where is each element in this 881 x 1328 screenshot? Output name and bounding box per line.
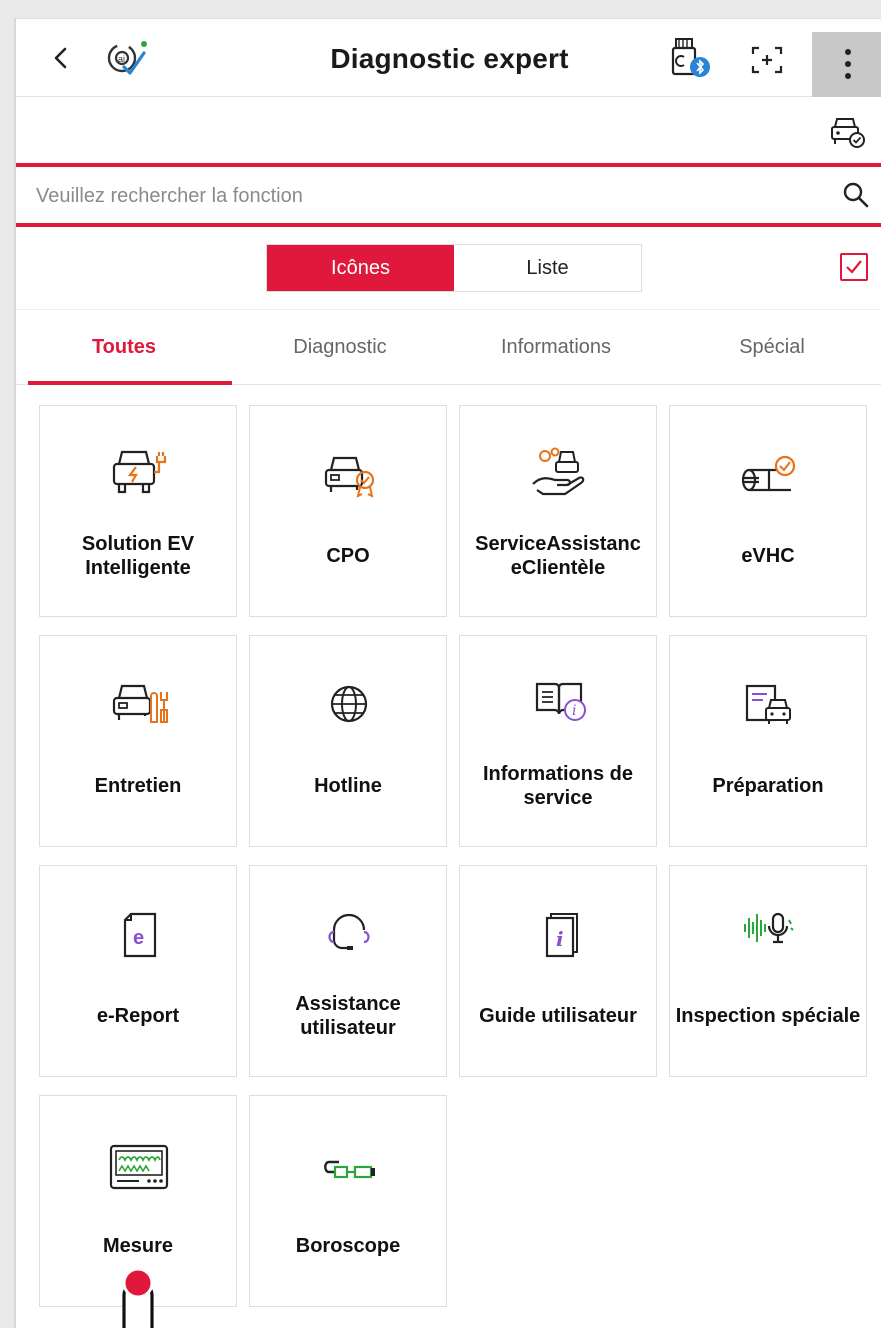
tile-label: Solution EV Intelligente [81,533,195,579]
vehicle-strip [16,97,881,163]
view-mode-list[interactable]: Liste [454,245,641,291]
filter-tabs: Toutes Diagnostic Informations Spécial [16,309,881,385]
page-title-text: Diagnostic expert [330,43,569,74]
tile-label: Boroscope [295,1235,401,1257]
search-input[interactable] [36,181,816,211]
more-options-button[interactable] [812,32,881,97]
sound-wave-microphone-icon [729,900,809,964]
tile-label: Guide utilisateur [479,1005,637,1027]
vehicle-check-icon[interactable] [828,113,866,149]
check-icon [846,260,862,274]
tile-evhc[interactable]: eVHC [669,405,867,617]
scan-icon[interactable] [748,43,786,77]
tab-special[interactable]: Spécial [664,310,880,384]
tile-label: Entretien [94,775,182,797]
tile-label: Informations de service [482,763,633,809]
tile-entretien[interactable]: Entretien [39,635,237,847]
tile-label: eVHC [741,545,795,567]
tile-boroscope[interactable]: Boroscope [249,1095,447,1307]
tile-hotline[interactable]: Hotline [249,635,447,847]
svg-text:ai: ai [118,54,125,64]
vci-bluetooth-icon[interactable] [668,35,714,81]
tile-cpo[interactable]: CPO [249,405,447,617]
top-bar: ai Diagnostic expert [16,19,881,97]
search-bar [16,163,881,227]
search-icon[interactable] [842,181,870,209]
user-guide-book-icon: i [519,900,599,964]
tile-guide-utilisateur[interactable]: i Guide utilisateur [459,865,657,1077]
svg-text:e: e [133,927,144,949]
back-icon[interactable] [46,43,76,73]
tile-assistance-utilisateur[interactable]: Assistance utilisateur [249,865,447,1077]
touch-pointer-indicator [118,1249,158,1328]
globe-icon [309,670,389,734]
vehicle-health-check-icon [729,440,809,504]
svg-text:i: i [572,703,576,719]
tab-diagnostic[interactable]: Diagnostic [232,310,448,384]
borescope-icon [309,1130,389,1194]
car-maintenance-icon [99,670,179,734]
oscilloscope-icon [99,1130,179,1194]
book-info-icon: i [519,670,599,734]
customer-service-hand-icon [519,440,599,504]
tile-e-report[interactable]: e e-Report [39,865,237,1077]
tile-label: ServiceAssistanc eClientèle [475,533,641,579]
document-car-icon [729,670,809,734]
tile-service-assistance[interactable]: ServiceAssistanc eClientèle [459,405,657,617]
tile-label: CPO [326,545,370,567]
tile-inspection-speciale[interactable]: Inspection spéciale [669,865,867,1077]
view-mode-icons[interactable]: Icônes [267,245,454,291]
tile-label: Hotline [314,775,382,797]
svg-text:i: i [556,927,564,951]
e-report-document-icon: e [99,900,179,964]
brand-logo-icon[interactable]: ai [104,37,150,79]
tab-toutes[interactable]: Toutes [16,310,232,385]
view-mode-toggle: Icônes Liste [266,244,642,292]
tile-label: e-Report [96,1005,180,1027]
tile-solution-ev[interactable]: Solution EV Intelligente [39,405,237,617]
tile-informations-service[interactable]: i Informations de service [459,635,657,847]
select-checkbox[interactable] [840,253,868,281]
car-certified-icon [309,440,389,504]
tile-label: Préparation [712,775,824,797]
app-window: ai Diagnostic expert Veuillez rechercher… [14,18,881,1328]
tile-label: Inspection spéciale [675,1005,861,1027]
ev-car-charging-icon [99,440,179,504]
tab-informations[interactable]: Informations [448,310,664,384]
more-vertical-icon [845,49,851,79]
tile-label: Assistance utilisateur [295,993,401,1039]
headset-icon [309,900,389,964]
tile-preparation[interactable]: Préparation [669,635,867,847]
